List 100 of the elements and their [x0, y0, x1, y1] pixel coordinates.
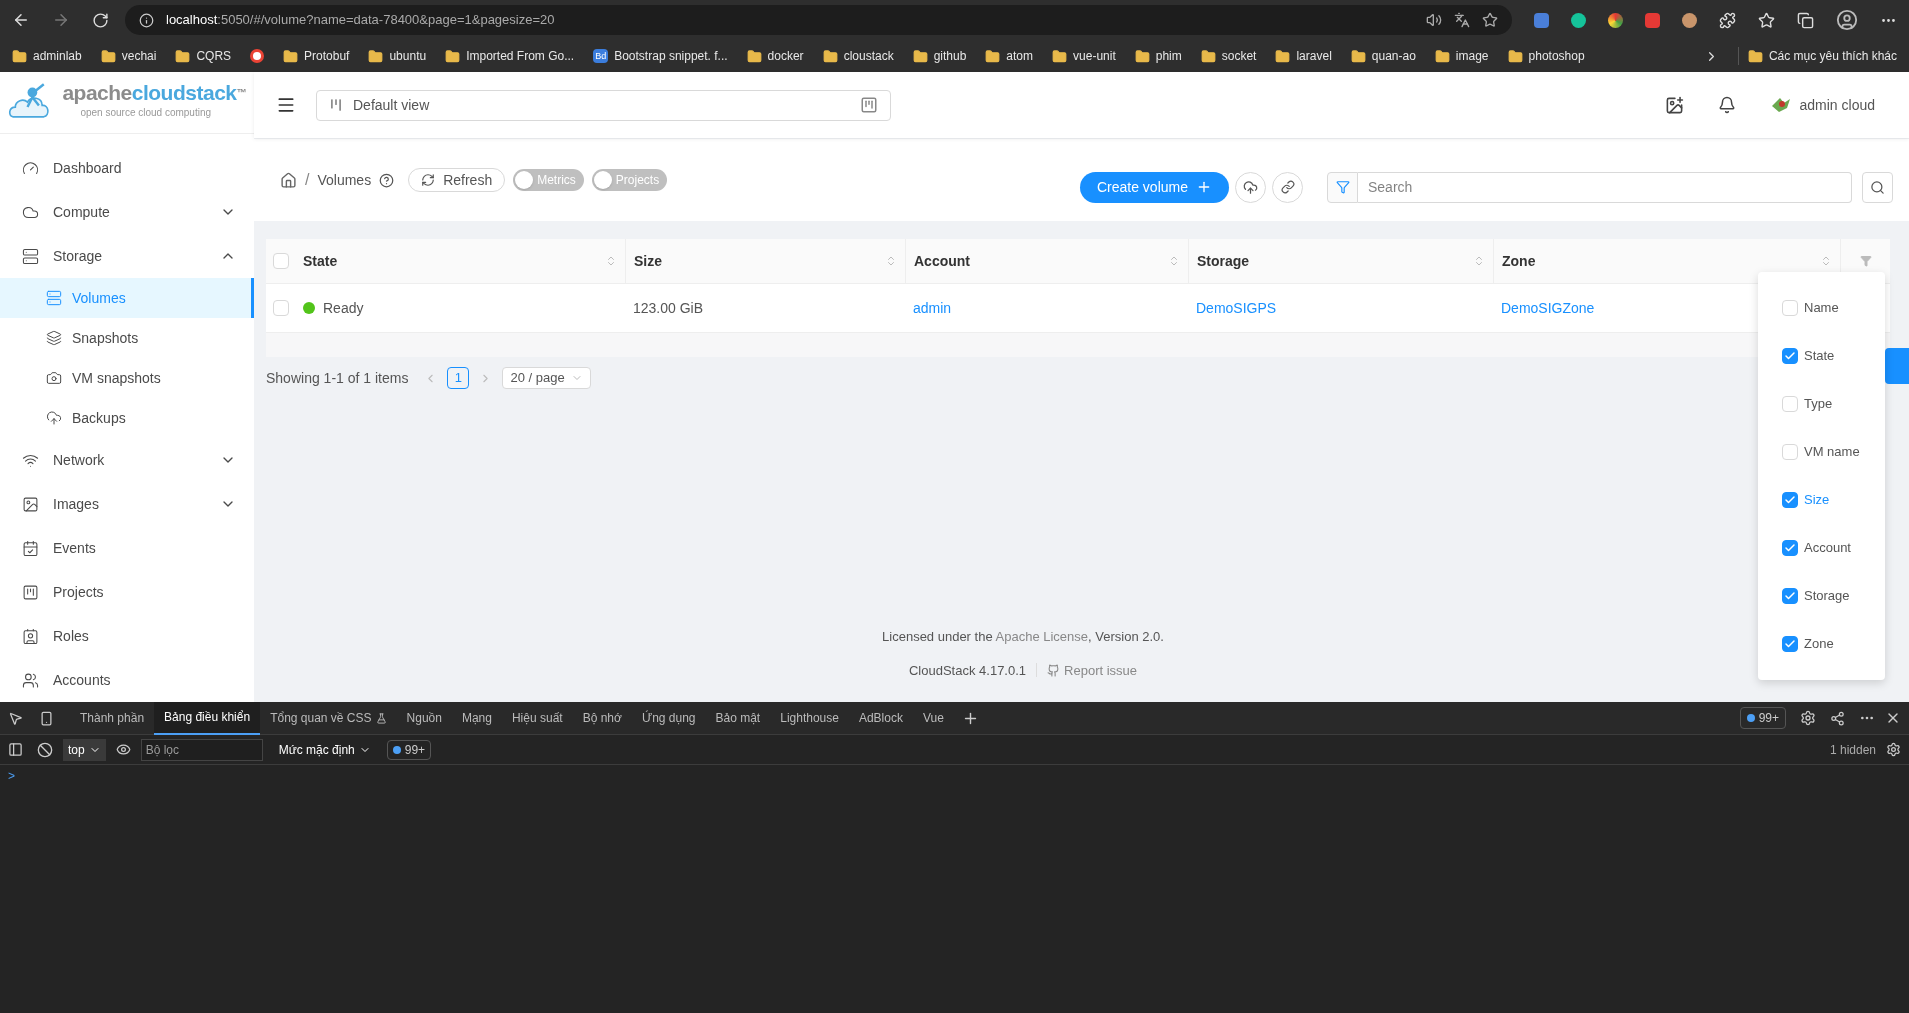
extension-icon[interactable]	[1571, 12, 1586, 28]
sidebar-item[interactable]: Network	[0, 440, 254, 480]
devtools-tab[interactable]: Nguồn	[396, 701, 452, 735]
cloud-upload-icon	[46, 410, 62, 426]
sidebar-item[interactable]: Projects	[0, 572, 254, 612]
column-option[interactable]: Type	[1758, 380, 1885, 428]
id-card-icon	[22, 627, 39, 645]
devtools-tab[interactable]: Vue	[912, 701, 954, 735]
bookmark[interactable]: adminlab	[12, 47, 82, 65]
devtools-tab[interactable]: Lighthouse	[770, 701, 849, 735]
translate-icon[interactable]	[1454, 12, 1470, 28]
sidebar-subitem[interactable]: VM snapshots	[0, 358, 254, 398]
image-icon	[22, 495, 39, 513]
devtools-tab[interactable]: AdBlock	[848, 701, 913, 735]
sidebar-icon[interactable]	[8, 742, 23, 757]
bookmark[interactable]: ubuntu	[368, 47, 427, 65]
sidebar-subitem[interactable]: Backups	[0, 398, 254, 438]
forward-icon[interactable]	[52, 11, 70, 29]
devtools-tab[interactable]: Ứng dụng	[631, 701, 706, 735]
devtools-tab[interactable]: Tổng quan về CSS	[260, 701, 397, 735]
view-selector[interactable]: Default view	[316, 89, 891, 121]
search-button[interactable]	[1862, 171, 1893, 203]
bookmark[interactable]: vechai	[100, 47, 157, 65]
devtools-tab[interactable]: Bộ nhớ	[572, 701, 632, 735]
reload-icon[interactable]	[92, 11, 109, 29]
extensions-icon[interactable]	[1719, 11, 1736, 29]
bookmark[interactable]: laravel	[1275, 47, 1332, 65]
back-icon[interactable]	[12, 11, 30, 29]
bookmark[interactable]: phim	[1134, 47, 1182, 65]
bookmark[interactable]: photoshop	[1507, 47, 1585, 65]
image-plus-icon[interactable]	[1664, 95, 1684, 115]
row-checkbox[interactable]	[272, 300, 289, 316]
issues-badge[interactable]: 99+	[1739, 707, 1786, 729]
issues-badge[interactable]: 99+	[386, 739, 432, 760]
device-icon[interactable]	[39, 710, 54, 726]
column-option[interactable]: Storage	[1758, 572, 1885, 620]
sidebar-item[interactable]: Compute	[0, 192, 254, 232]
profile-icon[interactable]	[1836, 9, 1858, 31]
eye-icon[interactable]	[115, 742, 131, 757]
search-field[interactable]: Search	[1358, 171, 1852, 203]
site-icon: Bd	[593, 49, 609, 63]
bookmark[interactable]: docker	[746, 47, 804, 65]
bookmark[interactable]: Các mục yêu thích khác	[1747, 47, 1897, 65]
read-aloud-icon[interactable]	[1426, 12, 1442, 28]
sidebar-subitem[interactable]: Snapshots	[0, 318, 254, 358]
bookmark[interactable]: Bd Bootstrap snippet. f...	[593, 47, 728, 65]
column-header[interactable]: Storage	[1188, 239, 1493, 283]
column-header[interactable]: Account	[905, 239, 1188, 283]
devtools-tab[interactable]: Thành phần	[70, 701, 155, 735]
sidebar-item[interactable]: Images	[0, 484, 254, 524]
bookmark[interactable]: quan-ao	[1350, 47, 1416, 65]
address-bar[interactable]: localhost:5050/#/volume?name=data-78400&page=1&pagesize=20	[125, 5, 1512, 35]
collections-icon[interactable]	[1797, 11, 1814, 29]
column-option[interactable]: State	[1758, 332, 1885, 380]
context-select[interactable]: top	[63, 738, 106, 761]
settings-icon[interactable]	[1886, 742, 1901, 757]
connect-icon[interactable]	[1830, 710, 1845, 726]
bell-icon[interactable]	[1717, 96, 1736, 114]
bookmark[interactable]: image	[1434, 47, 1489, 65]
bookmark[interactable]: atom	[985, 47, 1034, 65]
extension-icon[interactable]	[1608, 12, 1623, 28]
devtools-tab[interactable]: Bảo mật	[705, 701, 771, 735]
bookmark[interactable]: Imported From Go...	[445, 47, 575, 65]
levels-select[interactable]: Mức mặc định	[278, 740, 371, 759]
user-menu[interactable]: admin cloud	[1769, 94, 1875, 116]
folder-icon	[1747, 48, 1763, 64]
bookmark[interactable]: github	[912, 47, 967, 65]
home-icon[interactable]	[280, 171, 297, 189]
column-option[interactable]: Account	[1758, 524, 1885, 572]
devtools-tab[interactable]: Bảng điều khiển	[154, 701, 261, 735]
logo-tagline: open source cloud computing	[80, 106, 213, 120]
page-size-select[interactable]: 20 / page	[502, 367, 591, 389]
inspect-icon[interactable]	[8, 710, 23, 726]
bookmark[interactable]: CQRS	[175, 47, 232, 65]
sidebar-item[interactable]: Roles	[0, 616, 254, 656]
bookmark[interactable]: cloustack	[822, 47, 894, 65]
bookmark[interactable]: socket	[1200, 47, 1257, 65]
devtools-tab[interactable]: Hiệu suất	[501, 701, 573, 735]
devtools-tab[interactable]: Mạng	[451, 701, 502, 735]
help-icon[interactable]	[379, 172, 395, 188]
column-header[interactable]: Size	[625, 239, 905, 283]
bookmark[interactable]: vue-unit	[1052, 47, 1116, 65]
column-header[interactable]: State	[295, 239, 625, 283]
favorites-icon[interactable]	[1758, 11, 1775, 29]
search-icon	[1870, 179, 1885, 195]
sidebar-item[interactable]: Dashboard	[0, 148, 254, 188]
filter-field[interactable]: Bộ lọc	[140, 738, 263, 761]
column-option[interactable]: Name	[1758, 284, 1885, 332]
clear-icon[interactable]	[37, 741, 53, 758]
favorite-icon[interactable]	[1482, 12, 1498, 28]
sidebar-item[interactable]: Accounts	[0, 660, 254, 700]
sidebar-item[interactable]: Storage	[0, 236, 254, 276]
column-option[interactable]: Zone	[1758, 620, 1885, 668]
sidebar-item[interactable]: Events	[0, 528, 254, 568]
column-option[interactable]: VM name	[1758, 428, 1885, 476]
menu-icon[interactable]	[276, 95, 296, 115]
bookmark[interactable]: Protobuf	[283, 47, 350, 65]
extension-icon[interactable]	[1682, 12, 1697, 28]
settings-icon[interactable]	[1800, 710, 1816, 726]
select-all-checkbox[interactable]	[272, 253, 289, 269]
